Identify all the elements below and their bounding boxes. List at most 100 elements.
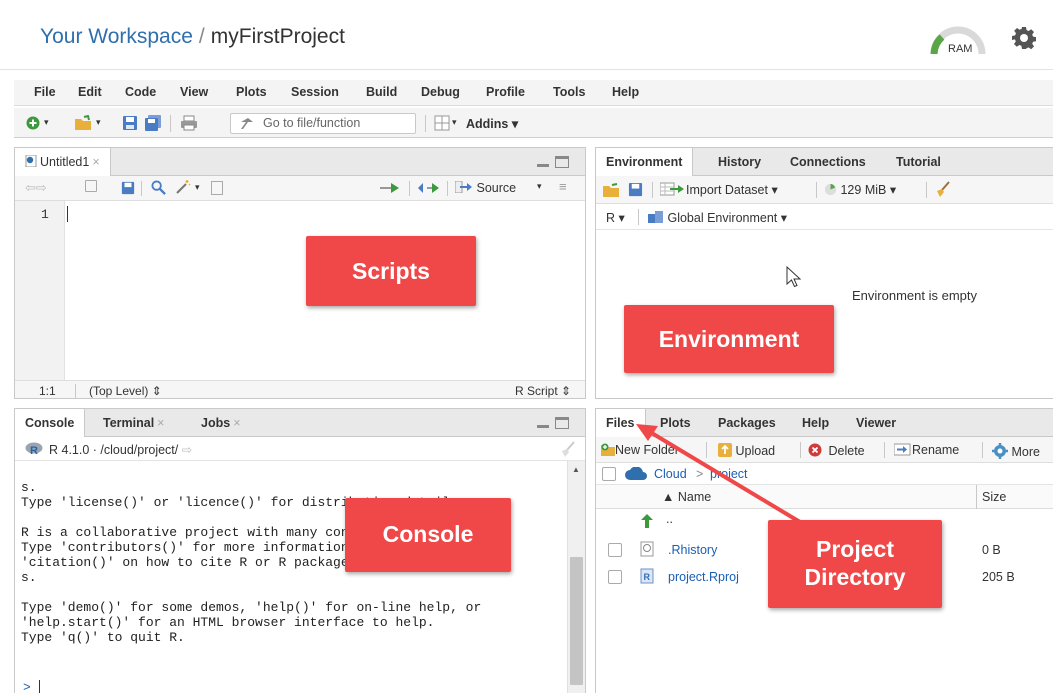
print-icon[interactable] [180, 115, 198, 131]
save-icon[interactable] [122, 115, 138, 131]
close-icon[interactable]: × [92, 155, 99, 169]
outline-icon[interactable]: ≡ [559, 179, 567, 194]
rename-button[interactable]: Rename [893, 443, 959, 457]
save-icon[interactable] [121, 181, 135, 195]
tab-jobs[interactable]: Jobs × [191, 409, 251, 437]
menu-tools[interactable]: Tools [553, 85, 585, 99]
menu-plots[interactable]: Plots [236, 85, 267, 99]
workspace-link[interactable]: Your Workspace [40, 25, 193, 48]
menu-file[interactable]: File [34, 85, 56, 99]
minimize-icon[interactable] [537, 425, 549, 428]
row-checkbox[interactable] [608, 543, 622, 557]
console-scrollbar[interactable]: ▲ [567, 461, 585, 693]
menu-debug[interactable]: Debug [421, 85, 460, 99]
pane-layout-icon[interactable] [434, 115, 450, 131]
load-workspace-icon[interactable] [602, 182, 622, 198]
column-name-header[interactable]: ▲ Name [662, 490, 711, 504]
save-all-icon[interactable] [144, 115, 162, 131]
chevron-down-icon[interactable]: ▾ [44, 117, 49, 133]
tab-viewer[interactable]: Viewer [846, 409, 906, 437]
tab-environment[interactable]: Environment [596, 148, 694, 177]
maximize-icon[interactable] [555, 417, 569, 429]
tab-packages[interactable]: Packages [708, 409, 786, 437]
tab-connections[interactable]: Connections [780, 148, 876, 176]
upload-button[interactable]: Upload [718, 443, 775, 458]
addins-button[interactable]: Addins ▾ [466, 116, 518, 132]
broom-icon[interactable] [559, 440, 577, 458]
rerun-icon[interactable] [417, 182, 441, 194]
working-directory[interactable]: /cloud/project/ [100, 443, 178, 457]
maximize-icon[interactable] [555, 156, 569, 168]
menu-session[interactable]: Session [291, 85, 339, 99]
tab-help[interactable]: Help [792, 409, 839, 437]
tab-tutorial[interactable]: Tutorial [886, 148, 951, 176]
back-forward-icon[interactable]: ⇦⇨ [25, 180, 47, 196]
tab-files[interactable]: Files [596, 409, 646, 438]
menu-profile[interactable]: Profile [486, 85, 525, 99]
magic-wand-icon[interactable] [175, 179, 191, 195]
compile-report-icon[interactable] [211, 181, 223, 195]
show-in-window-icon[interactable] [85, 180, 97, 192]
select-all-checkbox[interactable] [602, 467, 616, 481]
tab-plots[interactable]: Plots [650, 409, 701, 437]
tab-history[interactable]: History [708, 148, 771, 176]
row-checkbox[interactable] [608, 570, 622, 584]
main-toolbar: ▾ ▾ Go to file/function ▾ Addins ▾ [14, 108, 1053, 138]
broom-icon[interactable] [934, 180, 952, 198]
menu-code[interactable]: Code [125, 85, 156, 99]
close-icon[interactable]: × [233, 416, 240, 430]
tab-untitled1[interactable]: Untitled1 × [15, 148, 111, 177]
menu-view[interactable]: View [180, 85, 208, 99]
scope-selector[interactable]: (Top Level) ⇕ [89, 384, 162, 398]
menu-build[interactable]: Build [366, 85, 397, 99]
minimize-icon[interactable] [537, 164, 549, 167]
import-dataset-button[interactable]: Import Dataset ▾ [659, 182, 778, 197]
menu-edit[interactable]: Edit [78, 85, 102, 99]
environment-scope-bar: R ▾ Global Environment ▾ [596, 204, 1053, 230]
save-icon[interactable] [628, 182, 643, 197]
source-pane: Untitled1 × ⇦⇨ ▾ Source ▾ ≡ 1 1:1 (Top L… [14, 147, 586, 399]
column-size-header[interactable]: Size [982, 490, 1006, 504]
gear-icon[interactable] [1012, 26, 1036, 50]
run-icon[interactable] [379, 182, 403, 194]
more-button[interactable]: More [992, 443, 1040, 459]
tab-terminal[interactable]: Terminal × [93, 409, 174, 437]
scroll-up-icon[interactable]: ▲ [572, 465, 580, 474]
new-file-icon[interactable] [26, 115, 40, 131]
delete-button[interactable]: Delete [808, 443, 865, 458]
window-controls[interactable] [537, 156, 573, 170]
global-environment-selector[interactable]: Global Environment ▾ [648, 210, 787, 225]
breadcrumb-project[interactable]: project [710, 467, 748, 481]
search-icon[interactable] [151, 180, 166, 195]
console-line: s. [21, 480, 37, 495]
ram-gauge-icon[interactable]: RAM [928, 26, 988, 56]
svg-text:R: R [644, 572, 651, 582]
more-label: More [1011, 445, 1040, 459]
source-label: Source [476, 181, 517, 195]
chevron-down-icon[interactable]: ▾ [537, 181, 542, 192]
filetype-selector[interactable]: R Script ⇕ [515, 384, 571, 398]
file-name[interactable]: .Rhistory [668, 543, 717, 557]
console-prompt[interactable]: > [23, 680, 40, 693]
chevron-down-icon[interactable]: ▾ [452, 117, 457, 133]
r-version: R 4.1.0 [49, 443, 90, 457]
new-folder-button[interactable]: New Folder [601, 443, 679, 457]
scrollbar-thumb[interactable] [570, 557, 583, 685]
tab-console[interactable]: Console [15, 409, 86, 438]
chevron-down-icon[interactable]: ▾ [96, 117, 101, 133]
workspace-header: Your Workspace / myFirstProject RAM [0, 0, 1053, 70]
window-controls[interactable] [537, 417, 573, 431]
breadcrumb-cloud[interactable]: Cloud [654, 467, 687, 481]
close-icon[interactable]: × [157, 416, 164, 430]
chevron-down-icon[interactable]: ▾ [195, 182, 200, 193]
breadcrumb-separator: / [198, 25, 205, 48]
file-name[interactable]: project.Rproj [668, 570, 739, 584]
menu-help[interactable]: Help [612, 85, 639, 99]
go-to-dir-icon[interactable]: ⇨ [182, 443, 192, 457]
goto-file-input[interactable]: Go to file/function [230, 113, 416, 134]
open-project-icon[interactable] [74, 115, 94, 131]
source-button[interactable]: Source [454, 180, 517, 195]
language-selector[interactable]: R ▾ [606, 210, 625, 225]
memory-usage-button[interactable]: 129 MiB ▾ [824, 182, 896, 197]
tab-label: Untitled1 [40, 155, 90, 169]
